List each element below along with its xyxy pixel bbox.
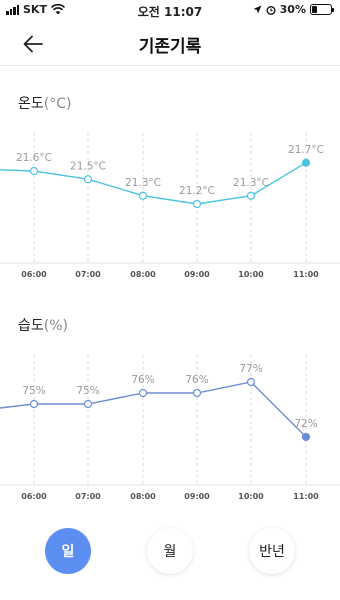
temperature-data-label: 21.2°C <box>179 185 215 197</box>
humidity-data-label: 75% <box>22 385 45 397</box>
tab-day[interactable]: 일 <box>45 528 91 574</box>
humidity-data-point <box>29 399 39 409</box>
tab-month[interactable]: 월 <box>147 528 193 574</box>
temperature-tick-label: 07:00 <box>75 270 101 279</box>
humidity-data-point <box>246 377 256 387</box>
humidity-data-point <box>138 388 148 398</box>
humidity-tick-label: 07:00 <box>75 492 101 501</box>
temperature-tick-label: 10:00 <box>238 270 264 279</box>
temperature-data-label: 21.5°C <box>70 160 106 172</box>
tab-month-label: 월 <box>163 544 177 560</box>
temperature-data-point <box>29 166 39 176</box>
temperature-data-label: 21.3°C <box>125 177 161 189</box>
humidity-data-point <box>301 432 311 442</box>
page-title: 기존기록 <box>138 37 202 57</box>
humidity-chart: 06:00 07:00 08:00 09:00 10:00 11:00 75% 75% 76% 7… <box>0 355 340 501</box>
temperature-tick-label: 06:00 <box>21 270 47 279</box>
humidity-data-point <box>192 388 202 398</box>
humidity-data-label: 72% <box>294 418 317 430</box>
temperature-data-label: 21.3°C <box>233 177 269 189</box>
temperature-data-point <box>83 175 93 184</box>
temperature-chart: 06:00 07:00 08:00 09:00 10:00 11:00 21.6°C 21.5… <box>0 133 340 279</box>
battery-icon <box>310 4 334 15</box>
humidity-tick-label: 10:00 <box>238 492 264 501</box>
alarm-icon <box>266 5 276 15</box>
temperature-data-point <box>192 199 202 209</box>
temperature-tick-label: 08:00 <box>130 270 156 279</box>
humidity-tick-label: 11:00 <box>293 492 319 501</box>
humidity-data-label: 75% <box>76 385 99 397</box>
humidity-series-line <box>0 381 307 438</box>
temperature-data-point <box>301 158 311 167</box>
tab-half-year[interactable]: 반년 <box>249 528 295 574</box>
temperature-data-point <box>246 191 256 200</box>
tab-half-year-label: 반년 <box>259 544 285 560</box>
temperature-data-point <box>138 191 148 200</box>
temperature-data-label: 21.7°C <box>288 144 324 156</box>
tab-day-label: 일 <box>61 544 75 560</box>
battery-fill <box>312 6 318 13</box>
nav-bar: 기존기록 <box>0 22 340 66</box>
humidity-tick-label: 08:00 <box>130 492 156 501</box>
temperature-tick-label: 09:00 <box>184 270 210 279</box>
status-right: 30% <box>253 3 334 16</box>
location-icon <box>253 5 262 14</box>
humidity-data-label: 77% <box>239 363 262 375</box>
battery-percent: 30% <box>279 3 306 16</box>
temperature-data-label: 21.6°C <box>16 152 52 164</box>
humidity-data-point <box>83 399 93 409</box>
humidity-data-label: 76% <box>131 374 154 386</box>
status-bar: SKT 오전 11:07 30% <box>0 0 340 22</box>
humidity-tick-label: 09:00 <box>184 492 210 501</box>
period-tab-bar: 일 월 반년 <box>0 528 340 578</box>
temperature-tick-label: 11:00 <box>293 270 319 279</box>
humidity-tick-label: 06:00 <box>21 492 47 501</box>
humidity-data-label: 76% <box>185 374 208 386</box>
